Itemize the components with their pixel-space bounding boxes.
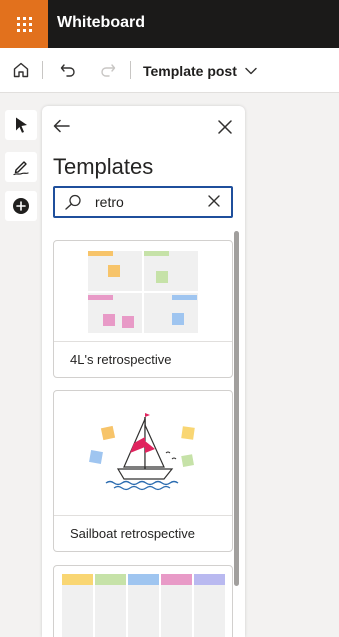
sailboat-thumbnail — [89, 413, 195, 491]
waffle-icon — [16, 16, 32, 32]
undo-button[interactable] — [57, 59, 79, 81]
columns-board-thumbnail — [62, 574, 225, 637]
template-search-input[interactable]: retro — [53, 186, 233, 218]
search-value[interactable]: retro — [95, 194, 124, 210]
close-panel-button[interactable] — [216, 118, 234, 136]
search-icon — [65, 194, 81, 210]
pen-tool-button[interactable] — [5, 152, 37, 182]
template-card-label: Sailboat retrospective — [70, 526, 196, 541]
back-button[interactable] — [52, 118, 72, 134]
toolbar-divider — [130, 61, 131, 79]
template-thumbnail — [54, 566, 232, 637]
template-card-4ls[interactable]: 4L's retrospective — [53, 240, 233, 378]
template-thumbnail — [54, 391, 232, 516]
document-title[interactable]: Template post — [143, 63, 237, 79]
app-header: Whiteboard — [0, 0, 339, 48]
templates-panel: Templates retro 4L's retrospective Sailb… — [42, 106, 245, 637]
pen-icon — [13, 161, 29, 176]
redo-button[interactable] — [97, 59, 119, 81]
template-thumbnail — [54, 241, 232, 342]
redo-icon — [101, 64, 116, 77]
arrow-left-icon — [53, 119, 70, 133]
add-button[interactable] — [5, 191, 37, 221]
clear-search-icon[interactable] — [207, 194, 221, 208]
document-toolbar: Template post — [0, 48, 339, 93]
app-title: Whiteboard — [57, 14, 145, 31]
template-card-sailboat[interactable]: Sailboat retrospective — [53, 390, 233, 552]
pointer-icon — [16, 117, 27, 133]
tool-rail — [0, 107, 40, 637]
select-tool-button[interactable] — [5, 110, 37, 140]
quadrant-board-thumbnail — [88, 251, 198, 333]
app-launcher-button[interactable] — [0, 0, 48, 48]
undo-icon — [60, 64, 75, 77]
template-card-label: 4L's retrospective — [70, 352, 172, 367]
title-dropdown-button[interactable] — [240, 60, 262, 82]
template-card-columns[interactable] — [53, 565, 233, 637]
plus-circle-icon — [13, 198, 29, 214]
home-button[interactable] — [10, 59, 32, 81]
toolbar-divider — [42, 61, 43, 79]
panel-title: Templates — [53, 154, 154, 179]
home-icon — [13, 62, 29, 78]
panel-scrollbar[interactable] — [234, 231, 239, 586]
chevron-down-icon — [245, 67, 257, 75]
close-icon — [218, 120, 232, 134]
